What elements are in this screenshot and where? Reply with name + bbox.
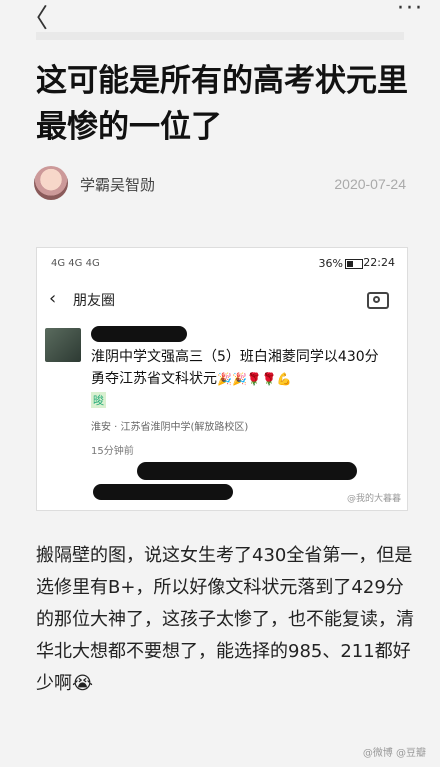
author-name[interactable]: 学霸吴智勋	[80, 174, 155, 195]
divider	[36, 32, 404, 40]
post-location: 淮安 · 江苏省淮阴中学(解放路校区)	[91, 422, 249, 433]
camera-icon	[367, 292, 389, 309]
post-emojis: 🎉🎉🌹🌹💪	[217, 372, 292, 386]
moments-title: 朋友圈	[73, 293, 115, 309]
article-body: 搬隔壁的图，说这女生考了430全省第一，但是选修里有B+，所以好像文科状元落到了…	[36, 545, 414, 694]
redaction-mark	[91, 326, 187, 342]
more-dots-icon[interactable]: ···	[397, 0, 424, 21]
chevron-left-icon[interactable]: 〈	[22, 0, 48, 35]
moments-header: ‹ 朋友圈	[37, 284, 407, 320]
status-bar: 4G 4G 4G 36% 22:24	[37, 248, 407, 278]
author-avatar[interactable]	[34, 166, 68, 200]
article-title: 这可能是所有的高考状元里最惨的一位了	[36, 63, 408, 145]
poster-avatar	[45, 328, 81, 362]
footer-watermark: @微博 @豆瓣	[362, 748, 426, 759]
chevron-left-icon: ‹	[49, 288, 57, 309]
post-time: 15分钟前	[91, 446, 134, 457]
publish-date: 2020-07-24	[334, 176, 406, 192]
redaction-mark	[93, 484, 233, 500]
embedded-screenshot: 4G 4G 4G 36% 22:24 ‹ 朋友圈 淮阴中学文强高三（5）班白湘菱…	[36, 247, 408, 511]
battery-level: 36%	[318, 257, 343, 270]
post-tag-icon: 晙	[91, 392, 106, 408]
battery-icon	[345, 259, 363, 269]
status-time: 22:24	[363, 256, 395, 269]
redaction-mark	[137, 462, 357, 480]
author-row: 学霸吴智勋 2020-07-24	[34, 166, 414, 206]
signal-icons: 4G 4G 4G	[51, 258, 100, 269]
watermark: @我的大暮暮	[346, 494, 401, 504]
post-text: 淮阴中学文强高三（5）班白湘菱同学以430分勇夺江苏省文科状元🎉🎉🌹🌹💪	[91, 346, 391, 390]
top-bar: 〈 ···	[0, 0, 440, 33]
